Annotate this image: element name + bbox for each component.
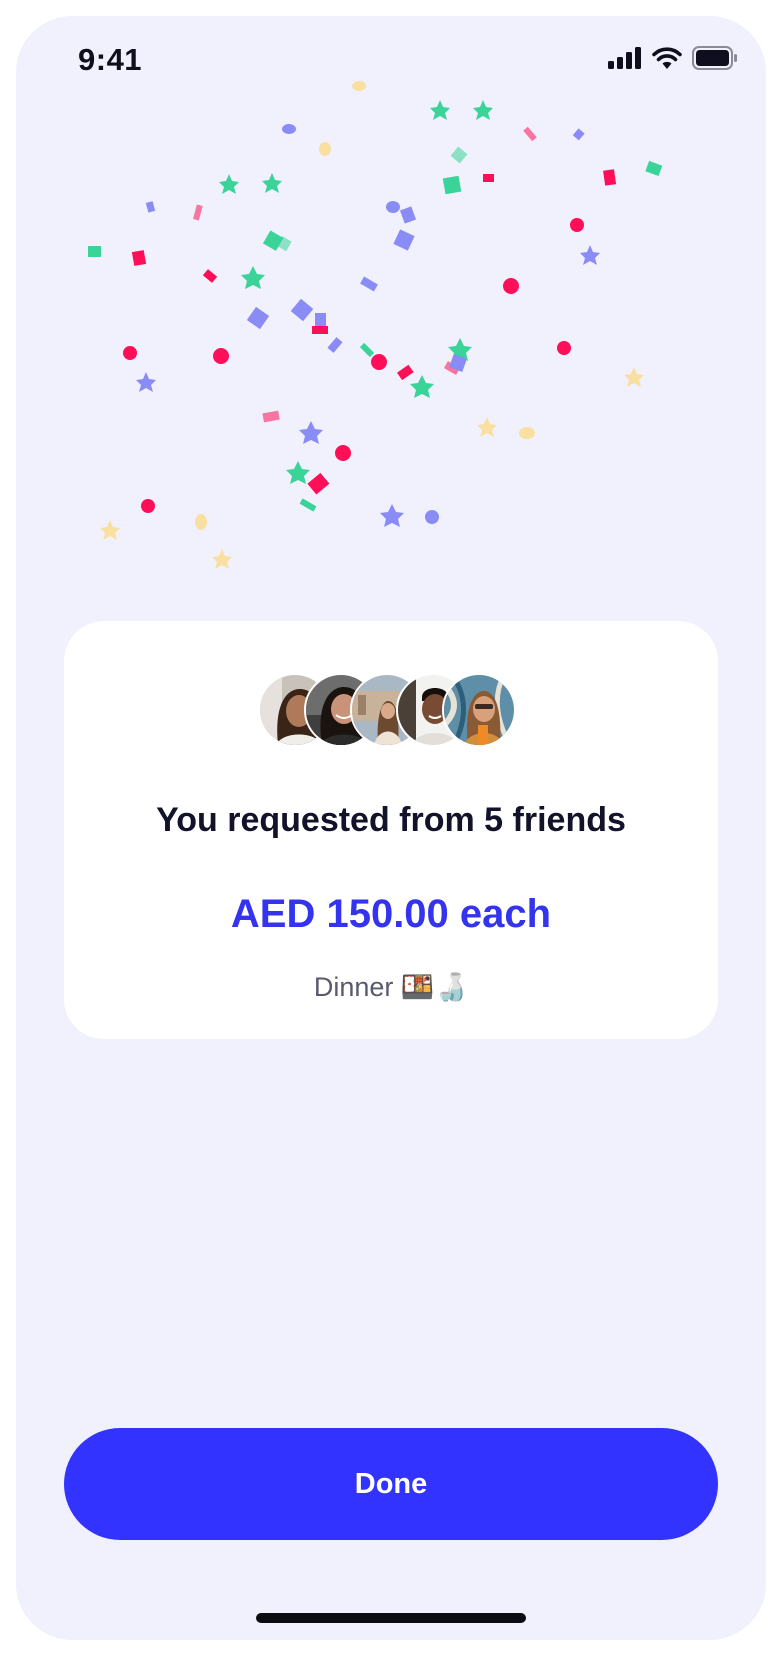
done-button[interactable]: Done	[64, 1428, 718, 1540]
confetti-illustration	[88, 81, 663, 569]
home-indicator	[256, 1613, 526, 1623]
request-summary-card: You requested from 5 friends AED 150.00 …	[64, 621, 718, 1039]
request-amount: AED 150.00 each	[230, 892, 552, 936]
request-note: Dinner 🍱🍶	[313, 972, 469, 1002]
avatar	[442, 673, 516, 747]
request-title: You requested from 5 friends	[156, 801, 626, 839]
friend-avatars	[258, 673, 538, 747]
phone-screen: 9:41 You requested from 5 friends AED 15…	[16, 16, 766, 1640]
